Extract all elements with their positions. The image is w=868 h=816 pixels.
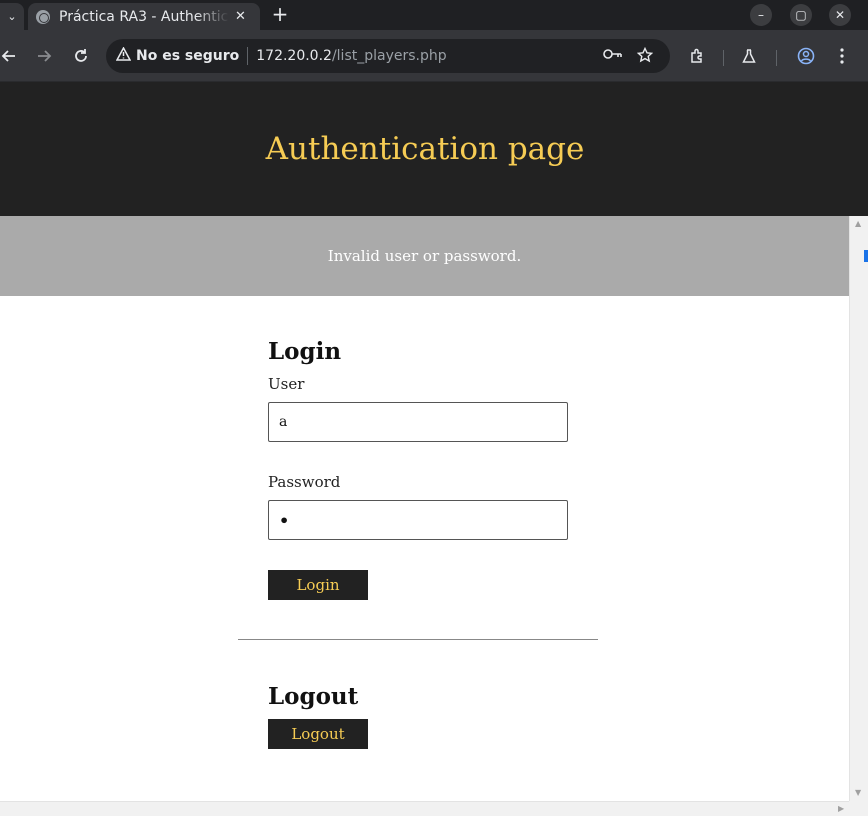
browser-tab-strip: ⌄ Práctica RA3 - Authentication page ✕ +… bbox=[0, 0, 868, 30]
chevron-down-icon: ⌄ bbox=[7, 10, 17, 23]
vertical-scrollbar[interactable]: ▲ ▼ bbox=[849, 216, 868, 801]
scroll-down-arrow-icon[interactable]: ▼ bbox=[855, 788, 861, 797]
login-heading: Login bbox=[268, 338, 342, 365]
login-form: Login User a Password • Login bbox=[268, 338, 568, 600]
user-input[interactable]: a bbox=[268, 402, 568, 442]
horizontal-scrollbar[interactable]: ▶ bbox=[0, 801, 849, 816]
login-button[interactable]: Login bbox=[268, 570, 368, 600]
logout-heading: Logout bbox=[268, 683, 359, 710]
tab-title: Práctica RA3 - Authentication page bbox=[59, 8, 229, 25]
window-maximize-button[interactable]: ▢ bbox=[790, 4, 812, 26]
logout-section: Logout Logout bbox=[268, 683, 568, 749]
extensions-puzzle-icon[interactable] bbox=[685, 44, 709, 68]
forward-arrow-icon[interactable] bbox=[32, 44, 56, 68]
bookmark-star-icon[interactable] bbox=[636, 46, 654, 67]
omnibox-divider bbox=[247, 47, 249, 65]
toolbar-divider bbox=[776, 50, 777, 66]
browser-menu-kebab-icon[interactable] bbox=[830, 44, 854, 68]
toolbar-divider bbox=[723, 50, 724, 66]
profile-avatar-icon[interactable] bbox=[794, 44, 818, 68]
reload-icon[interactable] bbox=[69, 44, 93, 68]
security-status-label[interactable]: No es seguro bbox=[136, 48, 239, 64]
window-edge-accent bbox=[864, 250, 868, 262]
warning-triangle-icon[interactable] bbox=[115, 46, 132, 65]
labs-flask-icon[interactable] bbox=[737, 44, 761, 68]
scroll-right-arrow-icon[interactable]: ▶ bbox=[838, 804, 844, 813]
user-label: User bbox=[268, 375, 305, 393]
window-minimize-button[interactable]: – bbox=[750, 4, 772, 26]
window-close-button[interactable]: ✕ bbox=[829, 4, 851, 26]
url-path: /list_players.php bbox=[331, 48, 447, 64]
section-divider bbox=[238, 639, 598, 640]
scrollbar-corner bbox=[849, 801, 868, 816]
new-tab-button[interactable]: + bbox=[270, 3, 290, 27]
logout-button[interactable]: Logout bbox=[268, 719, 368, 749]
browser-tab-active[interactable]: Práctica RA3 - Authentication page ✕ bbox=[28, 3, 260, 30]
main-content: Login User a Password • Login Logout Log… bbox=[0, 296, 849, 801]
key-icon[interactable] bbox=[603, 47, 623, 65]
password-label: Password bbox=[268, 473, 341, 491]
url-host: 172.20.0.2 bbox=[256, 48, 332, 64]
page-header: Authentication page bbox=[0, 82, 868, 216]
scroll-up-arrow-icon[interactable]: ▲ bbox=[855, 219, 861, 228]
back-arrow-icon[interactable] bbox=[0, 44, 21, 68]
address-bar[interactable]: No es seguro 172.20.0.2/list_players.php bbox=[106, 39, 670, 73]
tab-search-button[interactable]: ⌄ bbox=[0, 3, 24, 30]
error-banner: Invalid user or password. bbox=[0, 216, 849, 296]
tab-close-icon[interactable]: ✕ bbox=[235, 9, 246, 24]
error-message: Invalid user or password. bbox=[327, 247, 522, 265]
page-title: Authentication page bbox=[265, 131, 585, 167]
password-input[interactable]: • bbox=[268, 500, 568, 540]
browser-toolbar: No es seguro 172.20.0.2/list_players.php bbox=[0, 30, 868, 82]
globe-icon bbox=[36, 9, 50, 24]
